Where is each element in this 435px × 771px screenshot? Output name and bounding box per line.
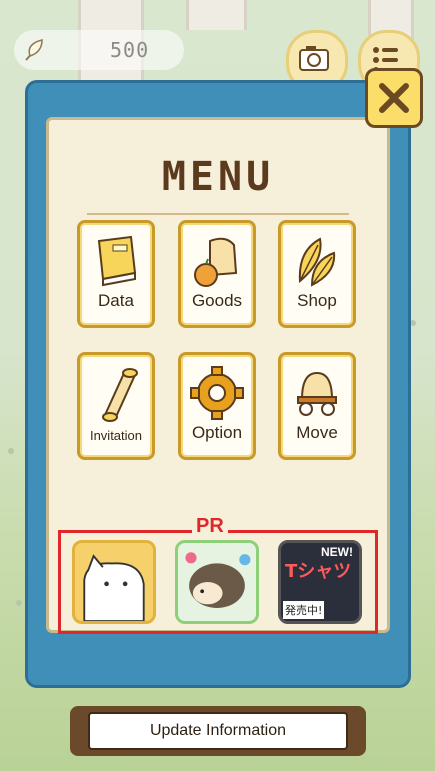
menu-item-label: Option	[191, 423, 243, 442]
menu-item-data[interactable]: Data	[77, 220, 155, 328]
menu-item-invitation[interactable]: Invitation	[77, 352, 155, 460]
pr-label: PR	[192, 515, 228, 538]
update-label: Update Information	[88, 712, 348, 750]
close-icon	[379, 83, 409, 113]
food-icon	[194, 237, 238, 287]
feather-icon	[20, 36, 48, 64]
book-icon	[97, 235, 137, 287]
feathers-icon	[298, 237, 336, 287]
gear-icon	[190, 366, 244, 420]
menu-title: MENU	[161, 154, 275, 200]
hedgehog-app-ad[interactable]	[175, 540, 259, 624]
menu-item-label: Move	[296, 423, 338, 442]
title-divider	[87, 213, 349, 215]
menu-item-label: Shop	[297, 291, 337, 310]
currency-amount: 500	[110, 38, 150, 62]
ad-headline: Tシャツ	[285, 561, 352, 582]
menu-item-goods[interactable]: Goods	[178, 220, 256, 328]
scroll-icon	[102, 368, 138, 422]
update-information-button[interactable]: Update Information	[70, 706, 366, 756]
menu-item-label: Data	[98, 291, 134, 310]
menu-item-option[interactable]: Option	[178, 352, 256, 460]
wagon-icon	[297, 371, 337, 416]
menu-item-label: Goods	[191, 291, 243, 310]
menu-item-shop[interactable]: Shop	[278, 220, 356, 328]
camera-icon	[299, 46, 329, 71]
menu-item-label: Invitation	[89, 428, 143, 443]
cat-icon	[83, 554, 145, 621]
hedgehog-icon	[185, 552, 251, 608]
tshirt-ad[interactable]: NEW! Tシャツ 発売中!	[278, 540, 362, 624]
menu-item-move[interactable]: Move	[278, 352, 356, 460]
ad-subtext: 発売中!	[283, 601, 325, 619]
cat-app-ad[interactable]	[72, 540, 156, 624]
close-button[interactable]	[365, 68, 423, 128]
